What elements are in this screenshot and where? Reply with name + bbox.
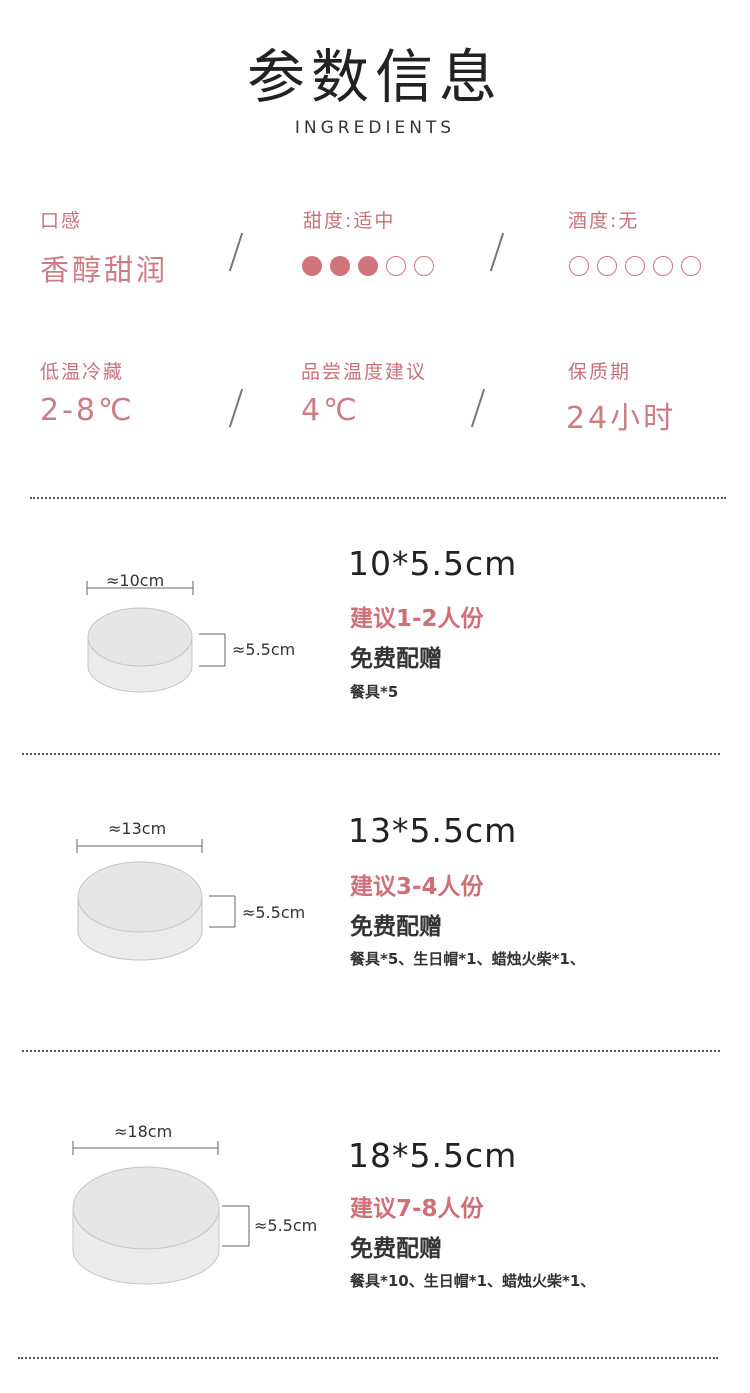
- sweetness-rating: [302, 256, 434, 276]
- section-divider: [22, 753, 720, 755]
- diameter-label: ≈18cm: [114, 1122, 173, 1141]
- serving-suggestion: 建议3-4人份: [350, 874, 484, 900]
- alcohol-empty-dot: [597, 256, 617, 276]
- section-divider: [30, 497, 726, 499]
- alcohol-label: 酒度:无: [568, 210, 640, 232]
- alcohol-rating: [569, 256, 701, 276]
- gift-title: 免费配赠: [350, 914, 442, 940]
- serving-suggestion: 建议1-2人份: [350, 606, 484, 632]
- gift-items: 餐具*5: [350, 683, 399, 701]
- tasting-temp-label: 品尝温度建议: [301, 361, 428, 383]
- gift-title: 免费配赠: [350, 646, 442, 672]
- sweetness-label: 甜度:适中: [303, 210, 396, 232]
- sweetness-filled-dot: [302, 256, 322, 276]
- sweetness-filled-dot: [330, 256, 350, 276]
- tasting-temp-value: 4℃: [301, 393, 360, 428]
- gift-items: 餐具*10、生日帽*1、蜡烛火柴*1、: [350, 1272, 596, 1290]
- alcohol-empty-dot: [681, 256, 701, 276]
- alcohol-empty-dot: [653, 256, 673, 276]
- gift-items: 餐具*5、生日帽*1、蜡烛火柴*1、: [350, 950, 585, 968]
- alcohol-empty-dot: [625, 256, 645, 276]
- page-title: 参数信息: [246, 43, 503, 111]
- diameter-label: ≈13cm: [108, 819, 167, 838]
- section-divider: [18, 1357, 718, 1359]
- cake-diagram-18: [70, 1124, 330, 1298]
- sweetness-empty-dot: [414, 256, 434, 276]
- sweetness-filled-dot: [358, 256, 378, 276]
- gift-title: 免费配赠: [350, 1236, 442, 1262]
- height-label: ≈5.5cm: [254, 1216, 318, 1235]
- alcohol-empty-dot: [569, 256, 589, 276]
- separator-slash: [489, 232, 504, 272]
- size-title: 18*5.5cm: [348, 1136, 518, 1175]
- shelf-life-value: 24小时: [566, 401, 677, 436]
- taste-value: 香醇甜润: [40, 253, 169, 287]
- taste-label: 口感: [40, 210, 83, 232]
- serving-suggestion: 建议7-8人份: [350, 1196, 484, 1222]
- size-title: 10*5.5cm: [348, 544, 518, 583]
- page-subtitle: INGREDIENTS: [294, 118, 456, 138]
- section-divider: [22, 1050, 720, 1052]
- diameter-label: ≈10cm: [106, 571, 165, 590]
- shelf-life-label: 保质期: [568, 361, 632, 383]
- separator-slash: [228, 388, 243, 428]
- separator-slash: [470, 388, 485, 428]
- height-label: ≈5.5cm: [232, 640, 296, 659]
- storage-value: 2-8℃: [40, 393, 135, 428]
- cake-diagram-13: [75, 821, 325, 975]
- storage-label: 低温冷藏: [40, 361, 125, 383]
- separator-slash: [228, 232, 243, 272]
- height-label: ≈5.5cm: [242, 903, 306, 922]
- sweetness-empty-dot: [386, 256, 406, 276]
- size-title: 13*5.5cm: [348, 811, 518, 850]
